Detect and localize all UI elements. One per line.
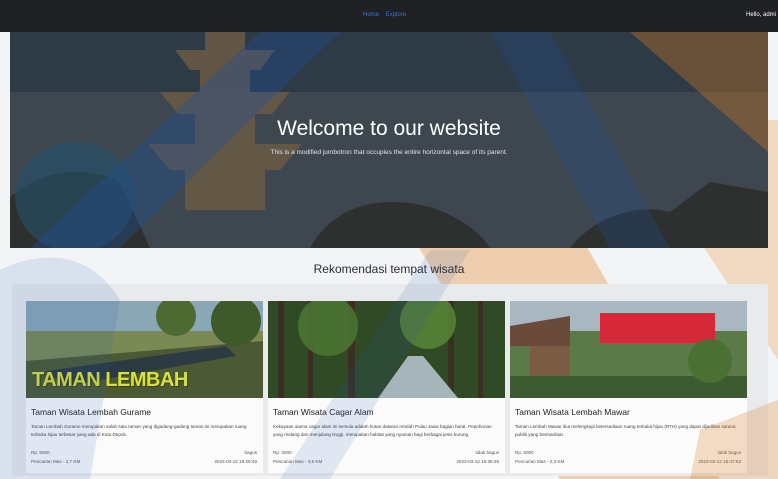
card-title: Taman Wisata Cagar Alam: [273, 407, 374, 417]
nav-link-home[interactable]: Home: [363, 12, 379, 18]
hero-jumbotron: Welcome to our website This is a modifie…: [10, 32, 768, 248]
card-image[interactable]: [268, 301, 505, 398]
top-navbar: Home Explore Hello, admi: [0, 0, 778, 32]
card-description: Taman Lembah Mawar ikut melengkapi keter…: [515, 424, 736, 437]
card-distance: Pencarian Mas - 3,5 KM: [273, 459, 323, 464]
park-photo-cagar-alam: [268, 301, 505, 398]
card-list: TAMAN LEMBAH Taman Wisata Lembah Gurame …: [12, 284, 768, 476]
card-distance: Pencarian Mas - 2,7 KM: [31, 459, 81, 464]
card-title: Taman Wisata Lembah Gurame: [31, 407, 151, 417]
card-date: 2023-03-12 18:29:49: [214, 459, 257, 464]
card-price: Rp. 5000: [515, 450, 534, 455]
card-description: Taman Lembah Gurame merupakan salah satu…: [31, 424, 247, 437]
card-rating: tidak bagus: [475, 450, 500, 455]
user-greeting[interactable]: Hello, admi: [746, 12, 776, 18]
nav-link-explore[interactable]: Explore: [386, 12, 406, 18]
card-lembah-mawar[interactable]: Taman Wisata Lembah Mawar Taman Lembah M…: [510, 301, 747, 473]
card-price: Rp. 5000: [31, 450, 50, 455]
card-rating: tidak bagus: [717, 450, 742, 455]
park-photo-mawar: [510, 301, 747, 398]
nav-links: Home Explore: [363, 12, 411, 18]
card-cagar-alam[interactable]: Taman Wisata Cagar Alam Kekayaan utama c…: [268, 301, 505, 473]
card-price: Rp. 3000: [273, 450, 292, 455]
card-date: 2023-03-12 18:38:35: [456, 459, 499, 464]
image-caption: TAMAN LEMBAH: [32, 369, 188, 391]
hero-title: Welcome to our website: [277, 117, 501, 140]
card-distance: Pencarian Mas - 2,3 KM: [515, 459, 565, 464]
card-image[interactable]: [510, 301, 747, 398]
section-title: Rekomendasi tempat wisata: [313, 262, 465, 276]
card-date: 2023-03-12 18:47:53: [698, 459, 741, 464]
card-description: Kekayaan utama cagar alam ini semula ada…: [273, 424, 492, 437]
card-image[interactable]: TAMAN LEMBAH: [26, 301, 263, 398]
card-title: Taman Wisata Lembah Mawar: [515, 407, 630, 417]
card-lembah-gurame[interactable]: TAMAN LEMBAH Taman Wisata Lembah Gurame …: [26, 301, 263, 473]
hero-subtitle: This is a modified jumbotron that occupi…: [270, 149, 508, 156]
card-rating: bagus: [244, 450, 257, 455]
